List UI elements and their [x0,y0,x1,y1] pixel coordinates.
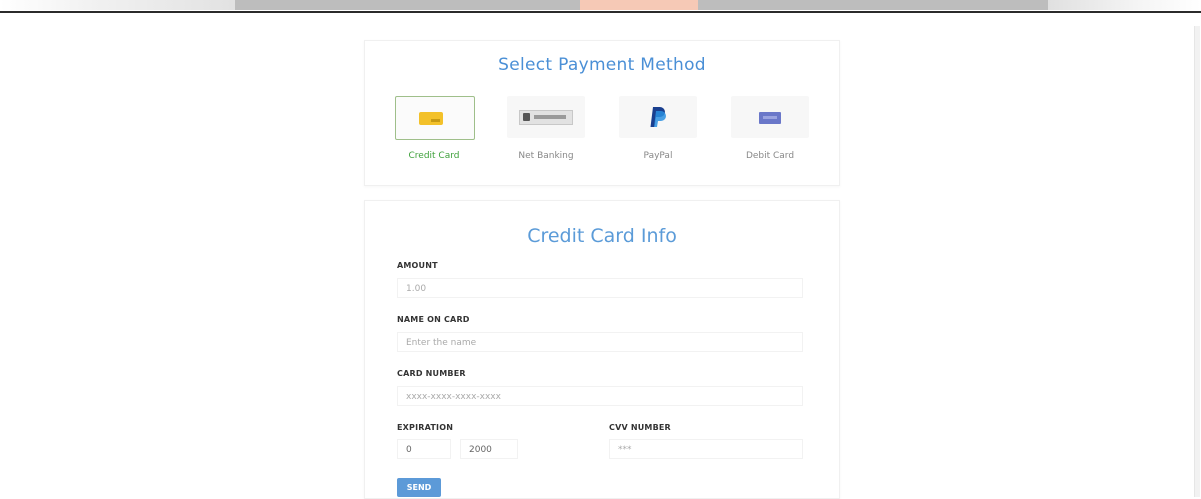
browser-top-strip [0,0,1201,13]
credit-card-icon [419,112,443,125]
top-strip-segment [580,0,698,10]
method-label-paypal[interactable]: PayPal [603,151,713,161]
method-debit-card[interactable] [731,96,809,138]
page-scrollbar[interactable] [1194,26,1200,497]
method-label-net-banking[interactable]: Net Banking [491,151,601,161]
top-strip-segment [698,0,1048,10]
method-net-banking[interactable] [507,96,585,138]
method-label-debit-card[interactable]: Debit Card [715,151,825,161]
debit-card-icon [759,112,781,124]
top-strip-segment [0,0,235,10]
net-banking-icon [519,110,573,125]
expiration-label: EXPIRATION [397,423,454,432]
amount-input[interactable]: 1.00 [397,278,803,298]
expiration-month-input[interactable]: 0 [397,439,451,459]
paypal-icon [650,107,666,127]
payment-method-title: Select Payment Method [498,55,706,75]
top-strip-segment [235,0,580,10]
method-credit-card[interactable] [395,96,475,140]
credit-card-info-card: Credit Card Info AMOUNT 1.00 NAME ON CAR… [364,200,840,499]
cvv-label: CVV NUMBER [609,423,671,432]
amount-label: AMOUNT [397,261,438,270]
send-button[interactable]: SEND [397,478,441,497]
expiration-year-input[interactable]: 2000 [460,439,518,459]
cvv-input[interactable]: *** [609,439,803,459]
method-paypal[interactable] [619,96,697,138]
name-on-card-label: NAME ON CARD [397,315,470,324]
payment-method-card: Select Payment Method Credit Card Net Ba… [364,40,840,186]
card-number-label: CARD NUMBER [397,369,466,378]
method-label-credit-card[interactable]: Credit Card [379,151,489,161]
name-on-card-input[interactable]: Enter the name [397,332,803,352]
top-strip-segment [1048,0,1201,10]
card-number-input[interactable]: xxxx-xxxx-xxxx-xxxx [397,386,803,406]
credit-card-info-title: Credit Card Info [527,225,677,247]
